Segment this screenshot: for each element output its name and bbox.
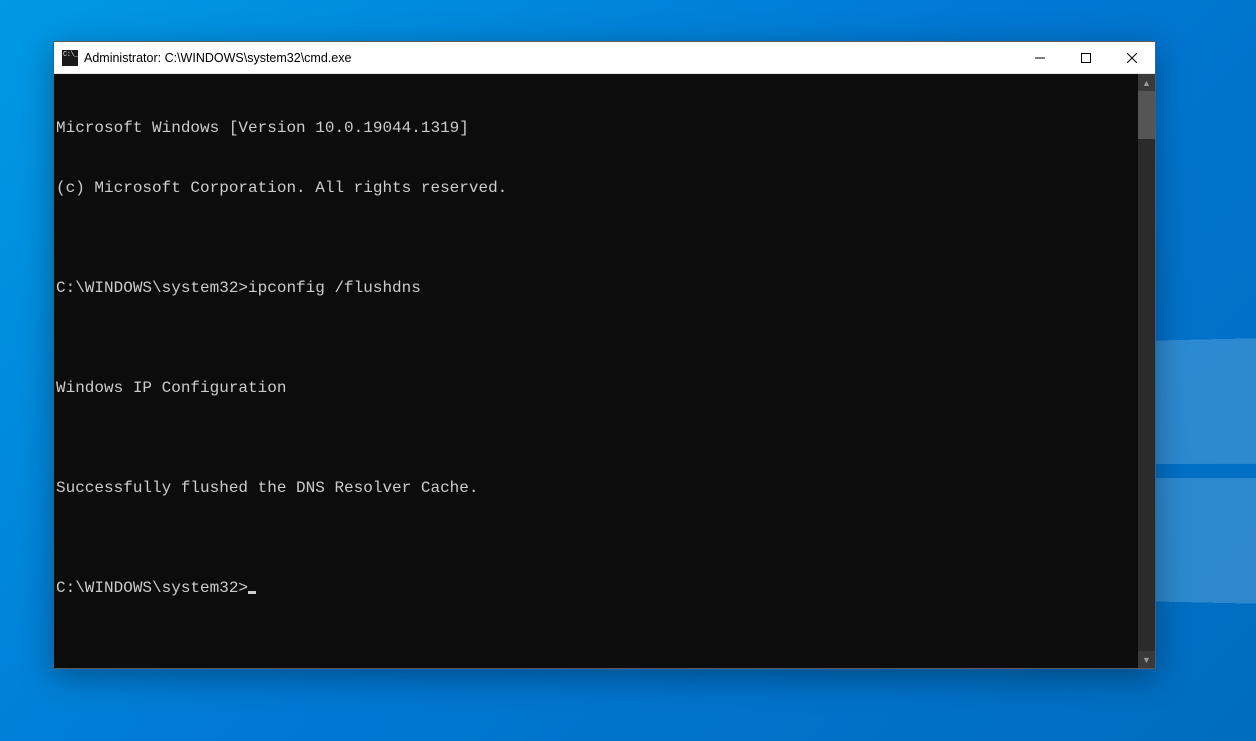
console-line: Successfully flushed the DNS Resolver Ca… bbox=[56, 478, 1138, 498]
close-button[interactable] bbox=[1109, 42, 1155, 74]
console-line: (c) Microsoft Corporation. All rights re… bbox=[56, 178, 1138, 198]
cmd-window: Administrator: C:\WINDOWS\system32\cmd.e… bbox=[53, 41, 1156, 669]
console-output[interactable]: Microsoft Windows [Version 10.0.19044.13… bbox=[54, 74, 1138, 668]
scrollbar-thumb[interactable] bbox=[1138, 91, 1155, 139]
scroll-down-button[interactable]: ▼ bbox=[1138, 651, 1155, 668]
client-area: Microsoft Windows [Version 10.0.19044.13… bbox=[54, 74, 1155, 668]
titlebar[interactable]: Administrator: C:\WINDOWS\system32\cmd.e… bbox=[54, 42, 1155, 74]
cmd-icon bbox=[62, 50, 78, 66]
scrollbar-track[interactable] bbox=[1138, 91, 1155, 651]
close-icon bbox=[1127, 53, 1137, 63]
console-prompt: C:\WINDOWS\system32> bbox=[56, 579, 248, 597]
maximize-icon bbox=[1081, 53, 1091, 63]
console-line: Windows IP Configuration bbox=[56, 378, 1138, 398]
window-title: Administrator: C:\WINDOWS\system32\cmd.e… bbox=[84, 51, 351, 65]
chevron-up-icon: ▲ bbox=[1142, 78, 1151, 88]
vertical-scrollbar[interactable]: ▲ ▼ bbox=[1138, 74, 1155, 668]
scroll-up-button[interactable]: ▲ bbox=[1138, 74, 1155, 91]
console-line: C:\WINDOWS\system32>ipconfig /flushdns bbox=[56, 278, 1138, 298]
maximize-button[interactable] bbox=[1063, 42, 1109, 74]
console-prompt-line: C:\WINDOWS\system32> bbox=[56, 578, 1138, 598]
text-cursor bbox=[248, 591, 256, 594]
console-line: Microsoft Windows [Version 10.0.19044.13… bbox=[56, 118, 1138, 138]
chevron-down-icon: ▼ bbox=[1142, 655, 1151, 665]
minimize-button[interactable] bbox=[1017, 42, 1063, 74]
minimize-icon bbox=[1035, 53, 1045, 63]
